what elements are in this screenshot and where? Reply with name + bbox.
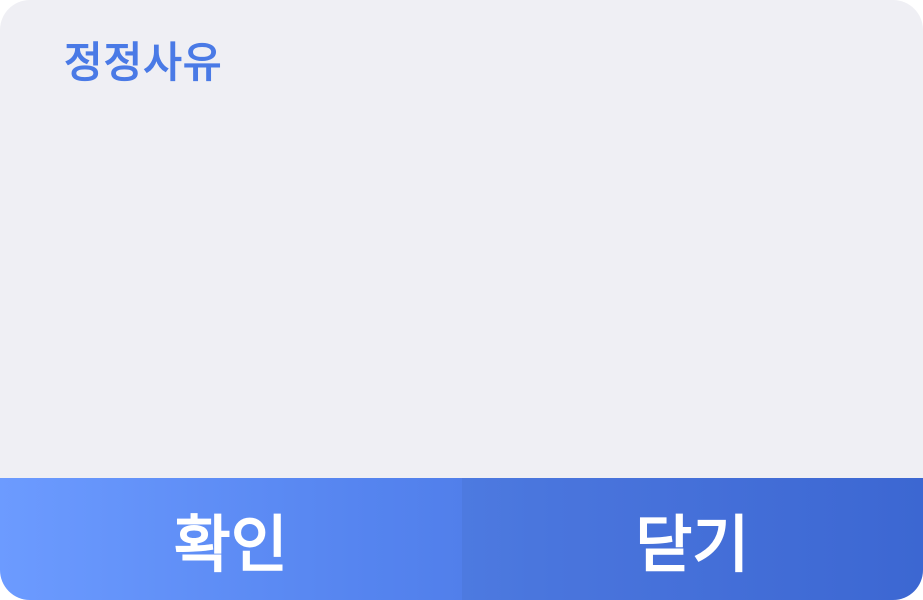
confirm-button[interactable]: 확인 bbox=[0, 478, 462, 600]
dialog-body bbox=[0, 120, 923, 478]
dialog-title: 정정사유 bbox=[64, 38, 223, 87]
dialog-button-bar: 확인 닫기 bbox=[0, 478, 923, 600]
correction-reason-dialog: 정정사유 확인 닫기 bbox=[0, 0, 923, 600]
close-button[interactable]: 닫기 bbox=[461, 478, 923, 600]
